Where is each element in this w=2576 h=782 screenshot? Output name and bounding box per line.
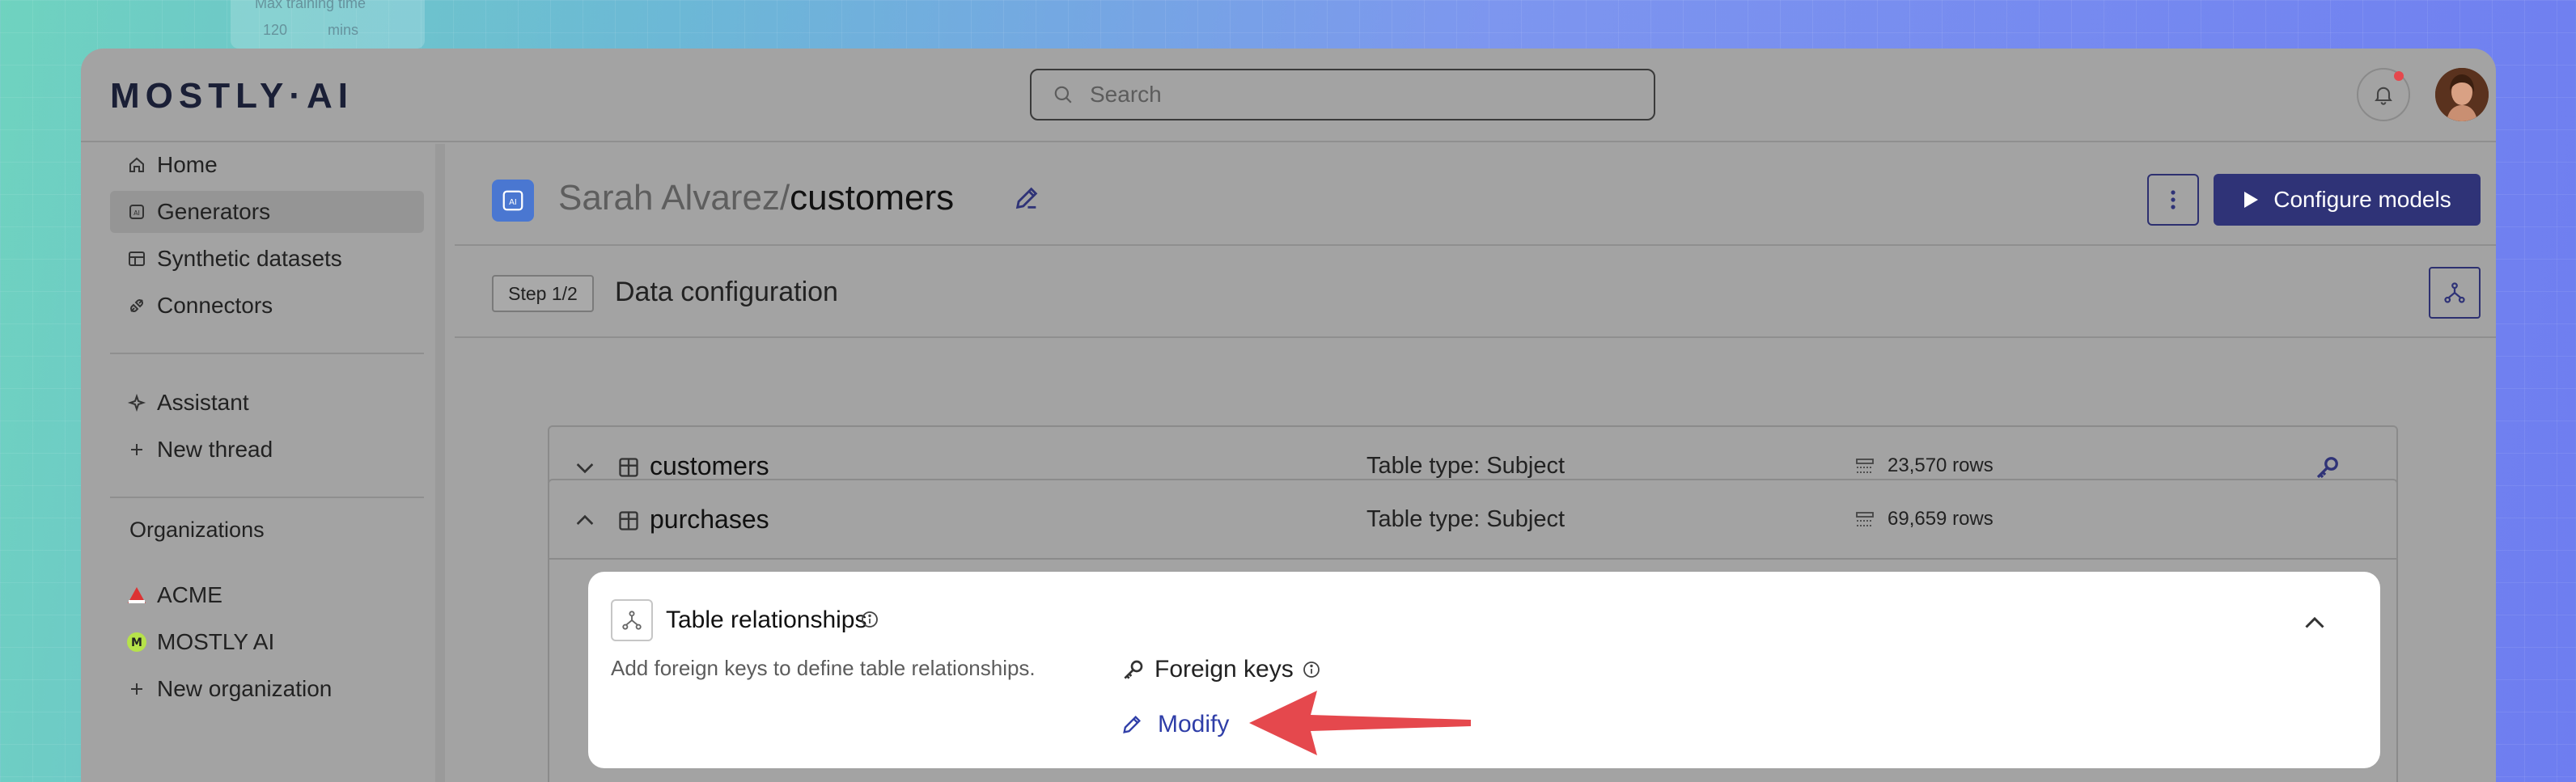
bell-icon bbox=[2375, 87, 2392, 105]
plug-icon bbox=[125, 296, 149, 315]
background-card-value: 120 bbox=[263, 22, 288, 38]
play-icon bbox=[2244, 192, 2259, 208]
chevron-down-icon[interactable] bbox=[572, 454, 598, 480]
dataset-icon bbox=[125, 249, 149, 268]
configure-models-button[interactable]: Configure models bbox=[2214, 174, 2481, 226]
rows-icon bbox=[1856, 459, 1874, 473]
sidebar-item-new-thread[interactable]: New thread bbox=[110, 429, 424, 471]
sidebar-item-label: Connectors bbox=[157, 293, 273, 318]
notifications-button[interactable] bbox=[2357, 68, 2410, 121]
sidebar-item-label: New thread bbox=[157, 437, 273, 462]
sidebar-item-label: New organization bbox=[157, 676, 333, 701]
relationships-description: Add foreign keys to define table relatio… bbox=[611, 656, 1036, 680]
key-icon bbox=[1124, 660, 1143, 679]
page-title: Sarah Alvarez/customers bbox=[558, 178, 954, 218]
foreign-keys-label: Foreign keys bbox=[1155, 656, 1294, 683]
avatar-image bbox=[2435, 68, 2489, 121]
info-icon[interactable] bbox=[1302, 660, 1321, 679]
sidebar-item-home[interactable]: Home bbox=[110, 144, 424, 186]
table-type: Table type: Subject bbox=[1366, 453, 1566, 479]
plus-icon bbox=[125, 440, 149, 459]
sidebar-item-label: MOSTLY AI bbox=[157, 629, 275, 654]
user-avatar[interactable] bbox=[2435, 68, 2489, 121]
generator-header: AI Sarah Alvarez/customers Configure mod… bbox=[455, 144, 2496, 246]
plus-icon bbox=[125, 679, 149, 699]
modify-label: Modify bbox=[1158, 711, 1230, 738]
configure-models-label: Configure models bbox=[2273, 187, 2451, 212]
top-bar: MOSTLY·AI bbox=[81, 49, 2496, 142]
generator-icon: AI bbox=[492, 180, 534, 222]
table-type: Table type: Subject bbox=[1366, 506, 1566, 532]
more-vertical-icon bbox=[2171, 190, 2176, 209]
pencil-icon bbox=[1015, 187, 1038, 209]
diagram-icon bbox=[622, 611, 642, 630]
background-card-title: Max training time bbox=[255, 0, 366, 11]
sidebar-item-generators[interactable]: AI Generators bbox=[110, 191, 424, 233]
sidebar-item-label: ACME bbox=[157, 582, 222, 607]
chevron-up-icon[interactable] bbox=[2300, 609, 2329, 638]
home-icon bbox=[125, 155, 149, 175]
search-box[interactable] bbox=[1030, 69, 1655, 120]
table-name: purchases bbox=[650, 505, 769, 534]
generator-owner[interactable]: Sarah Alvarez bbox=[558, 178, 780, 218]
sparkle-icon bbox=[125, 393, 149, 412]
sidebar-item-label: Home bbox=[157, 152, 218, 177]
notification-dot bbox=[2394, 71, 2404, 81]
svg-text:M: M bbox=[131, 636, 142, 649]
annotation-arrow bbox=[1249, 691, 1471, 755]
sidebar-item-label: Synthetic datasets bbox=[157, 246, 342, 271]
relationships-title: Table relationships bbox=[666, 607, 867, 633]
edit-name-button[interactable] bbox=[1013, 184, 1040, 216]
background-card-unit: mins bbox=[328, 22, 359, 38]
key-icon[interactable] bbox=[2313, 453, 2342, 482]
step-badge: Step 1/2 bbox=[492, 275, 594, 312]
table-icon bbox=[619, 458, 638, 477]
generator-icon: AI bbox=[125, 202, 149, 222]
table-relationships-panel: Table relationships Add foreign keys to … bbox=[588, 572, 2380, 768]
pencil-icon bbox=[1123, 716, 1141, 733]
foreign-keys-row: Foreign keys bbox=[1121, 656, 1321, 683]
background-card: Max training time 120 mins bbox=[231, 0, 425, 49]
acme-logo-icon bbox=[125, 585, 149, 605]
svg-text:AI: AI bbox=[133, 209, 140, 217]
info-icon[interactable] bbox=[860, 610, 879, 629]
organizations-heading: Organizations bbox=[129, 518, 265, 542]
table-name: customers bbox=[650, 451, 769, 480]
table-row-count: 69,659 rows bbox=[1888, 508, 1993, 530]
app-logo[interactable]: MOSTLY·AI bbox=[110, 76, 354, 116]
step-title: Data configuration bbox=[615, 277, 838, 307]
sidebar-item-org-mostly-ai[interactable]: M MOSTLY AI bbox=[110, 621, 424, 663]
chevron-up-icon[interactable] bbox=[572, 508, 598, 534]
mostly-ai-badge-icon: M bbox=[125, 632, 149, 653]
sidebar-item-assistant[interactable]: Assistant bbox=[110, 382, 424, 424]
relationships-icon-box bbox=[611, 599, 653, 641]
sidebar-divider bbox=[110, 497, 424, 498]
diagram-icon bbox=[2444, 282, 2465, 303]
sidebar-item-connectors[interactable]: Connectors bbox=[110, 285, 424, 327]
search-input[interactable] bbox=[1090, 82, 1616, 108]
sidebar: Home AI Generators Synthetic datasets Co… bbox=[81, 144, 445, 782]
more-options-button[interactable] bbox=[2147, 174, 2199, 226]
table-icon bbox=[619, 511, 638, 530]
sidebar-item-new-organization[interactable]: New organization bbox=[110, 668, 424, 710]
rows-icon bbox=[1856, 512, 1874, 526]
modify-foreign-keys-link[interactable]: Modify bbox=[1121, 711, 1229, 738]
sidebar-divider bbox=[110, 353, 424, 354]
sidebar-item-org-acme[interactable]: ACME bbox=[110, 574, 424, 616]
sidebar-item-label: Generators bbox=[157, 199, 271, 224]
step-bar: Step 1/2 Data configuration bbox=[455, 246, 2496, 338]
search-icon bbox=[1054, 86, 1072, 104]
sidebar-item-synthetic-datasets[interactable]: Synthetic datasets bbox=[110, 238, 424, 280]
svg-text:AI: AI bbox=[509, 198, 517, 207]
table-row-count: 23,570 rows bbox=[1888, 454, 1993, 476]
generator-name: customers bbox=[790, 178, 955, 218]
section-divider bbox=[549, 558, 2396, 560]
relationship-diagram-button[interactable] bbox=[2429, 267, 2481, 319]
sidebar-item-label: Assistant bbox=[157, 390, 249, 415]
title-separator: / bbox=[779, 178, 790, 218]
